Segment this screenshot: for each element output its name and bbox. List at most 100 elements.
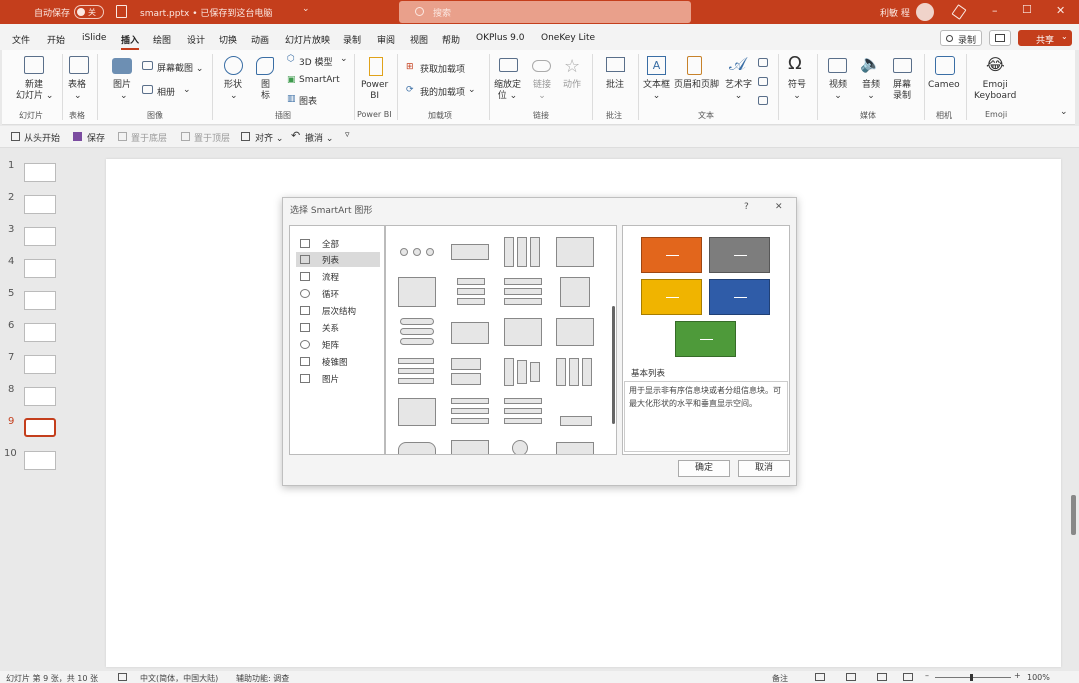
from-start-button[interactable]: 从头开始 xyxy=(24,131,60,144)
close-button[interactable]: ✕ xyxy=(1056,4,1065,17)
layout-option[interactable] xyxy=(449,316,491,348)
slide-thumbnail-2[interactable] xyxy=(24,195,56,214)
tab-animations[interactable]: 动画 xyxy=(251,33,269,46)
audio-button[interactable]: 音频 ⌄ xyxy=(862,80,880,102)
layout-option[interactable] xyxy=(396,436,438,454)
slide-thumbnail-10[interactable] xyxy=(24,451,56,470)
date-icon[interactable] xyxy=(758,58,768,67)
category-matrix[interactable]: 矩阵 xyxy=(296,337,380,352)
zoom-slider[interactable] xyxy=(935,674,1011,681)
tab-help[interactable]: 帮助 xyxy=(442,33,460,46)
tab-home[interactable]: 开始 xyxy=(47,33,65,46)
smartart-button[interactable]: SmartArt xyxy=(299,75,340,85)
3d-model-caret-icon[interactable]: ⌄ xyxy=(340,54,348,64)
tab-file[interactable]: 文件 xyxy=(12,33,30,46)
qat-more-icon[interactable]: ▿ xyxy=(345,130,350,140)
category-all[interactable]: 全部 xyxy=(296,236,380,251)
category-picture[interactable]: 图片 xyxy=(296,371,380,386)
category-process[interactable]: 流程 xyxy=(296,269,380,284)
reading-view-icon[interactable] xyxy=(877,673,887,681)
layout-option[interactable] xyxy=(554,396,596,428)
layout-option[interactable] xyxy=(502,356,544,388)
layout-option[interactable] xyxy=(396,316,438,348)
layout-option[interactable] xyxy=(554,276,596,308)
cameo-button[interactable]: Cameo xyxy=(928,80,960,91)
title-chevron-icon[interactable]: ⌄ xyxy=(302,4,310,14)
cancel-button[interactable]: 取消 xyxy=(738,460,790,477)
layout-option[interactable] xyxy=(396,396,438,428)
category-cycle[interactable]: 循环 xyxy=(296,286,380,301)
layout-option[interactable] xyxy=(554,356,596,388)
slide-thumbnail-6[interactable] xyxy=(24,323,56,342)
my-addins-caret-icon[interactable]: ⌄ xyxy=(468,85,476,95)
screenshot-button[interactable]: 屏幕截图 ⌄ xyxy=(157,61,203,74)
new-slide-button[interactable]: 新建 幻灯片 ⌄ xyxy=(16,80,53,102)
gallery-scrollbar[interactable] xyxy=(612,306,615,424)
align-button[interactable]: 对齐 ⌄ xyxy=(255,131,283,144)
3d-model-button[interactable]: 3D 模型 xyxy=(299,55,333,68)
pen-icon[interactable] xyxy=(951,4,967,20)
bring-forward-button[interactable]: 置于底层 xyxy=(131,131,167,144)
autosave-toggle[interactable]: 关 xyxy=(74,5,104,19)
wordart-button[interactable]: 艺术字 ⌄ xyxy=(725,80,752,102)
shapes-button[interactable]: 形状 xyxy=(224,80,242,91)
screen-record-button[interactable]: 屏幕 录制 xyxy=(893,80,911,102)
layout-option[interactable] xyxy=(449,396,491,428)
tab-draw[interactable]: 绘图 xyxy=(153,33,171,46)
language[interactable]: 中文(简体，中国大陆) xyxy=(140,673,218,683)
zoom-level[interactable]: 100% xyxy=(1027,673,1050,682)
ribbon-collapse-icon[interactable]: ⌄ xyxy=(1060,107,1068,117)
layout-option[interactable] xyxy=(502,436,544,454)
table-caret-icon[interactable]: ⌄ xyxy=(74,91,82,102)
save-icon[interactable] xyxy=(116,5,127,18)
dialog-close-button[interactable]: ✕ xyxy=(775,202,783,212)
layout-option[interactable] xyxy=(502,316,544,348)
tab-insert[interactable]: 插入 xyxy=(121,33,140,50)
get-addins-button[interactable]: 获取加载项 xyxy=(420,62,465,75)
undo-button[interactable]: 撤消 ⌄ xyxy=(305,131,333,144)
tab-record[interactable]: 录制 xyxy=(343,33,361,46)
symbols-button[interactable]: 符号 ⌄ xyxy=(788,80,806,102)
layout-option[interactable] xyxy=(502,396,544,428)
layout-option[interactable] xyxy=(396,356,438,388)
comments-button[interactable] xyxy=(989,30,1011,46)
picture-caret-icon[interactable]: ⌄ xyxy=(120,91,128,102)
table-button[interactable]: 表格 xyxy=(68,80,86,91)
object-icon[interactable] xyxy=(758,96,768,105)
header-footer-button[interactable]: 页眉和页脚 xyxy=(674,80,719,91)
slide-thumbnail-5[interactable] xyxy=(24,291,56,310)
video-button[interactable]: 视频 ⌄ xyxy=(829,80,847,102)
vertical-scrollbar[interactable] xyxy=(1071,495,1076,535)
spellcheck-icon[interactable] xyxy=(118,673,127,681)
slide-thumbnail-8[interactable] xyxy=(24,387,56,406)
album-caret-icon[interactable]: ⌄ xyxy=(183,85,191,95)
icons-button[interactable]: 图 标 xyxy=(261,80,270,102)
zoom-out-button[interactable]: – xyxy=(925,671,929,680)
dialog-help-button[interactable]: ? xyxy=(744,202,749,212)
shapes-caret-icon[interactable]: ⌄ xyxy=(230,91,238,102)
layout-option[interactable] xyxy=(449,276,491,308)
tab-review[interactable]: 审阅 xyxy=(377,33,395,46)
ok-button[interactable]: 确定 xyxy=(678,460,730,477)
tab-transitions[interactable]: 切换 xyxy=(219,33,237,46)
tab-view[interactable]: 视图 xyxy=(410,33,428,46)
tab-islide[interactable]: iSlide xyxy=(82,33,106,43)
layout-option[interactable] xyxy=(502,276,544,308)
category-list-item[interactable]: 列表 xyxy=(296,252,380,267)
category-pyramid[interactable]: 棱锥图 xyxy=(296,354,380,369)
slide-thumbnail-4[interactable] xyxy=(24,259,56,278)
minimize-button[interactable]: – xyxy=(992,4,998,17)
layout-option[interactable] xyxy=(449,236,491,268)
slideshow-view-icon[interactable] xyxy=(903,673,913,681)
save-qat-button[interactable]: 保存 xyxy=(87,131,105,144)
layout-option[interactable] xyxy=(554,236,596,268)
layout-option[interactable] xyxy=(449,436,491,454)
zoom-in-button[interactable]: + xyxy=(1014,671,1021,680)
zoom-button[interactable]: 缩放定 位 ⌄ xyxy=(494,80,521,102)
maximize-button[interactable]: ☐ xyxy=(1022,3,1032,16)
tab-onekey[interactable]: OneKey Lite xyxy=(541,33,595,43)
layout-option[interactable] xyxy=(396,276,438,308)
comment-insert-button[interactable]: 批注 xyxy=(606,80,624,91)
slide-thumbnail-7[interactable] xyxy=(24,355,56,374)
chart-button[interactable]: 图表 xyxy=(299,94,317,107)
